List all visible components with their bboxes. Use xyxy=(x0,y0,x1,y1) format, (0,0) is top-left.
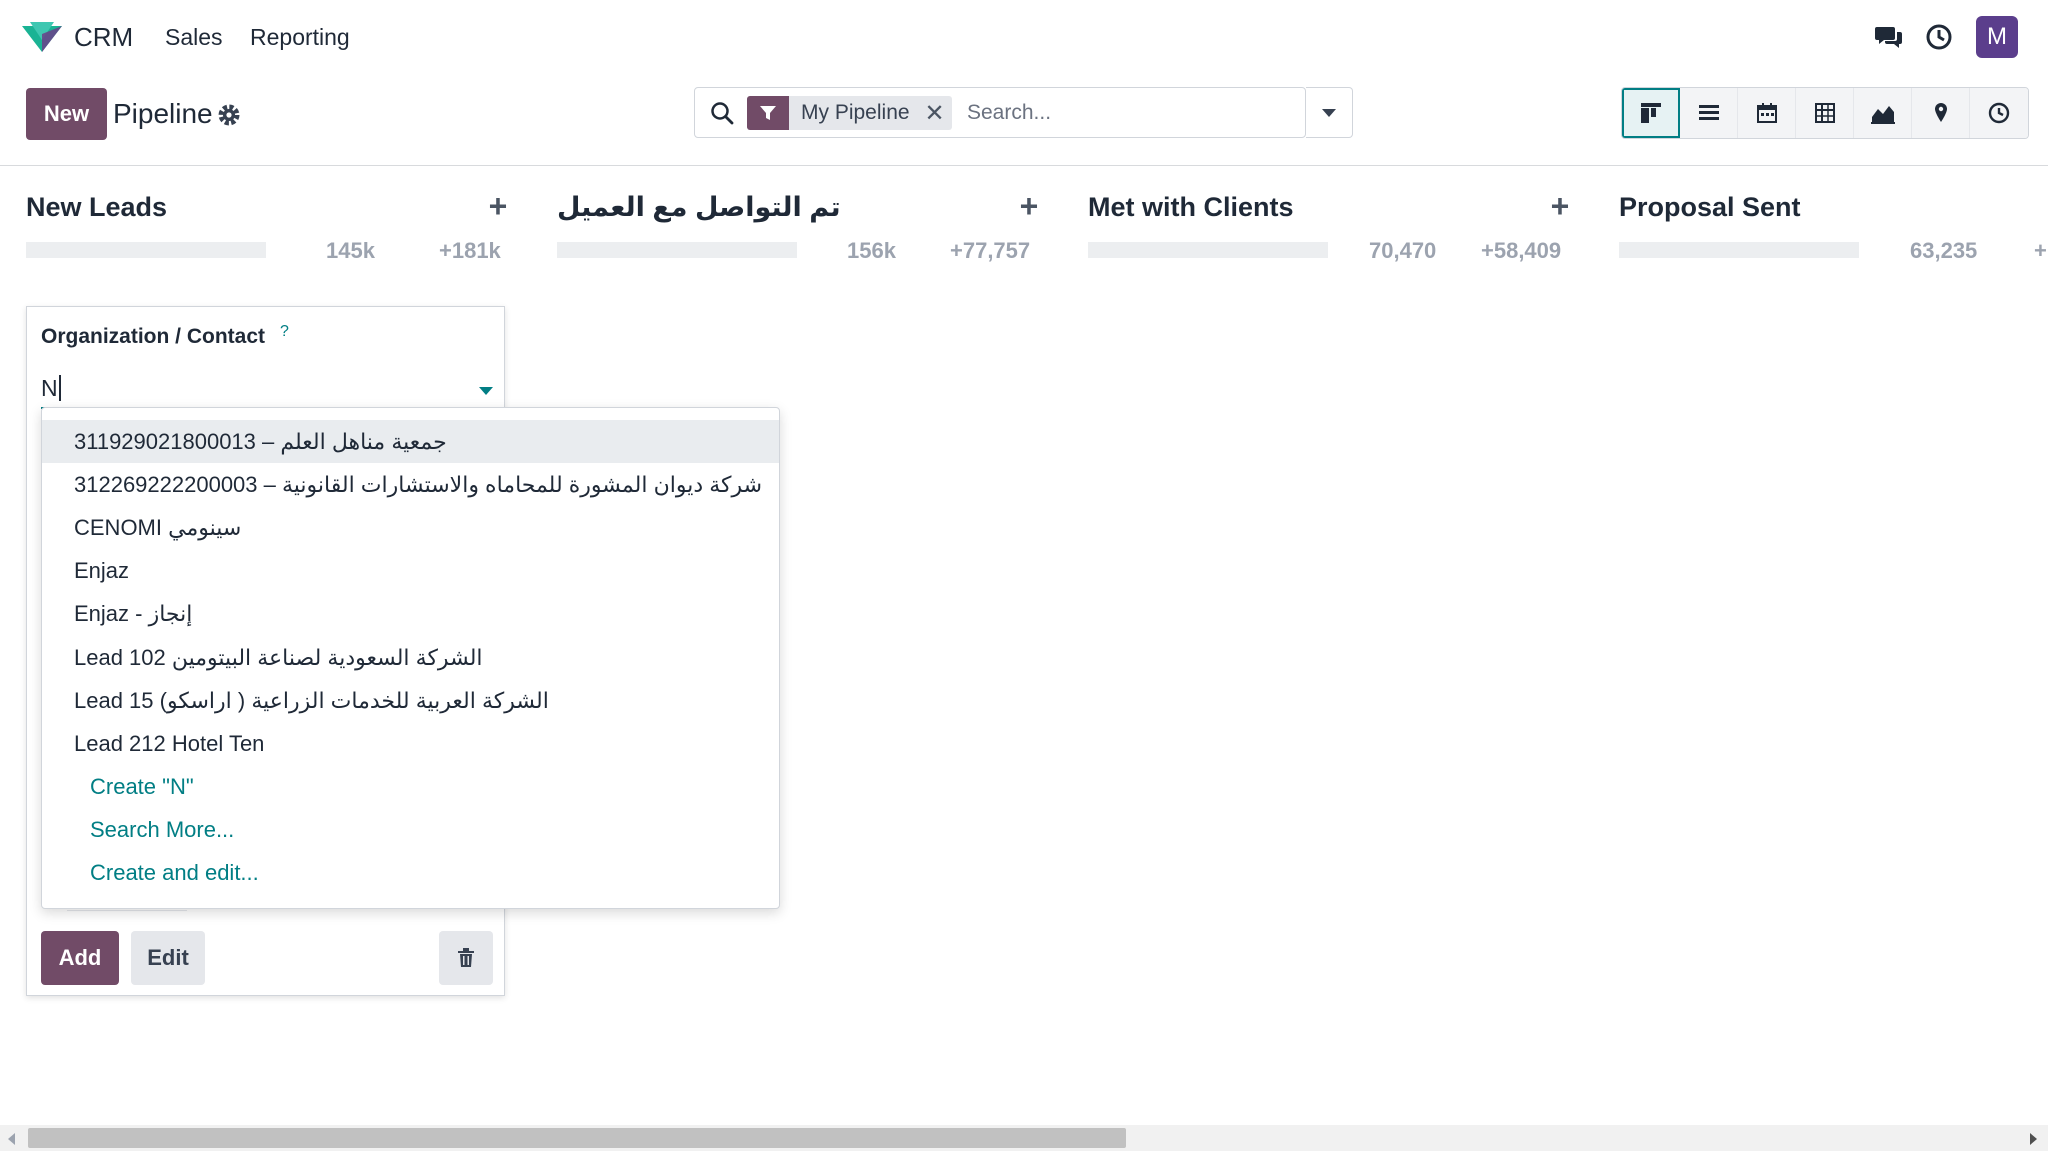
dropdown-option[interactable]: Lead 15 الشركة العربية للخدمات الزراعية … xyxy=(42,679,779,722)
column-progress-bar[interactable] xyxy=(26,242,266,258)
app-name[interactable]: CRM xyxy=(74,22,133,53)
facet-remove-icon[interactable]: ✕ xyxy=(918,96,952,130)
column-recurring-revenue: +181k xyxy=(439,238,501,263)
top-navbar: CRM Sales Reporting M xyxy=(0,0,2048,74)
control-panel-divider xyxy=(0,165,2048,166)
gear-icon[interactable] xyxy=(216,102,242,128)
column-recurring-revenue: +77,757 xyxy=(950,238,1031,263)
column-progress-bar[interactable] xyxy=(1619,242,1859,258)
create-option[interactable]: Create "N" xyxy=(42,766,779,809)
search-facet: My Pipeline ✕ xyxy=(747,96,952,130)
search-input[interactable] xyxy=(967,98,1287,128)
column-expected-revenue: 63,235 xyxy=(1910,238,1978,263)
chevron-down-icon[interactable] xyxy=(479,387,493,395)
breadcrumb: Pipeline xyxy=(113,98,213,129)
caret-down-icon xyxy=(1322,108,1336,117)
field-underline xyxy=(67,910,187,911)
menu-sales[interactable]: Sales xyxy=(165,24,223,51)
search-icon xyxy=(711,102,734,125)
view-switcher xyxy=(1621,87,2029,139)
dropdown-option[interactable]: CENOMI سينومي xyxy=(42,506,779,549)
view-list-button[interactable] xyxy=(1680,88,1738,138)
menu-reporting[interactable]: Reporting xyxy=(250,24,350,51)
kanban-column-new-leads: New Leads + 145k +181k xyxy=(26,188,532,280)
add-button[interactable]: Add xyxy=(41,931,119,985)
field-label: Organization / Contact xyxy=(41,325,266,348)
trash-icon xyxy=(458,948,474,967)
input-value: N xyxy=(41,375,58,401)
activity-clock-icon[interactable] xyxy=(1922,20,1956,54)
area-chart-icon xyxy=(1870,106,1895,124)
organization-contact-input[interactable]: N xyxy=(41,365,493,409)
column-expected-revenue: 70,470 xyxy=(1369,238,1437,263)
column-progress-bar[interactable] xyxy=(1088,242,1328,258)
column-quick-add-button[interactable]: + xyxy=(1013,188,1045,224)
create-and-edit-option[interactable]: Create and edit... xyxy=(42,852,779,895)
autocomplete-dropdown: 311929021800013 – جمعية مناهل العلم 3122… xyxy=(41,407,780,909)
dropdown-option[interactable]: 311929021800013 – جمعية مناهل العلم xyxy=(42,420,779,464)
column-recurring-revenue: + xyxy=(2034,238,2047,263)
edit-button[interactable]: Edit xyxy=(131,931,205,985)
list-icon xyxy=(1698,105,1719,120)
search-options-toggle[interactable] xyxy=(1306,87,1353,138)
help-tooltip-icon[interactable]: ? xyxy=(280,323,289,341)
column-title: Proposal Sent xyxy=(1619,192,1801,222)
kanban-column-met-with-clients: Met with Clients + 70,470 +58,409 xyxy=(1088,188,1594,280)
view-graph-button[interactable] xyxy=(1854,88,1912,138)
dropdown-option[interactable]: Lead 102 الشركة السعودية لصناعة البيتومي… xyxy=(42,636,779,679)
scrollbar-thumb[interactable] xyxy=(28,1128,1126,1148)
new-button[interactable]: New xyxy=(26,88,107,140)
view-calendar-button[interactable] xyxy=(1738,88,1796,138)
calendar-icon xyxy=(1756,103,1777,123)
column-progress-bar[interactable] xyxy=(557,242,797,258)
pivot-table-icon xyxy=(1814,103,1835,123)
view-map-button[interactable] xyxy=(1912,88,1970,138)
column-title: تم التواصل مع العميل xyxy=(557,192,841,222)
kanban-icon xyxy=(1640,103,1661,123)
kanban-column-proposal-sent: Proposal Sent 63,235 + xyxy=(1619,190,2048,280)
text-cursor xyxy=(58,375,61,401)
view-pivot-button[interactable] xyxy=(1796,88,1854,138)
user-avatar[interactable]: M xyxy=(1976,16,2018,58)
dropdown-option[interactable]: Enjaz - إنجاز xyxy=(42,593,779,636)
filter-icon xyxy=(747,96,789,130)
dropdown-option[interactable]: Enjaz xyxy=(42,550,779,593)
horizontal-scrollbar[interactable] xyxy=(0,1125,2048,1151)
scroll-right-arrow-icon[interactable] xyxy=(2030,1133,2037,1145)
column-title: Met with Clients xyxy=(1088,192,1294,222)
kanban-column-contacted: تم التواصل مع العميل + 156k +77,757 xyxy=(557,188,1063,280)
view-kanban-button[interactable] xyxy=(1622,88,1680,138)
dropdown-option[interactable]: Lead 212 Hotel Ten xyxy=(42,722,779,765)
search-more-option[interactable]: Search More... xyxy=(42,809,779,852)
column-quick-add-button[interactable]: + xyxy=(482,188,514,224)
clock-icon xyxy=(1988,102,2010,124)
dropdown-option[interactable]: 312269222200003 – شركة ديوان المشورة للم… xyxy=(42,463,779,506)
scroll-left-arrow-icon[interactable] xyxy=(8,1133,15,1145)
chat-icon[interactable] xyxy=(1872,20,1906,54)
column-recurring-revenue: +58,409 xyxy=(1481,238,1562,263)
map-pin-icon xyxy=(1934,103,1947,122)
discard-button[interactable] xyxy=(439,931,493,985)
column-expected-revenue: 156k xyxy=(847,238,896,263)
view-activity-button[interactable] xyxy=(1970,88,2028,138)
crm-logo-icon[interactable] xyxy=(20,20,64,54)
column-expected-revenue: 145k xyxy=(326,238,375,263)
column-quick-add-button[interactable]: + xyxy=(1544,188,1576,224)
search-bar[interactable]: My Pipeline ✕ xyxy=(694,87,1306,138)
facet-label: My Pipeline xyxy=(801,101,910,124)
column-title: New Leads xyxy=(26,192,168,222)
